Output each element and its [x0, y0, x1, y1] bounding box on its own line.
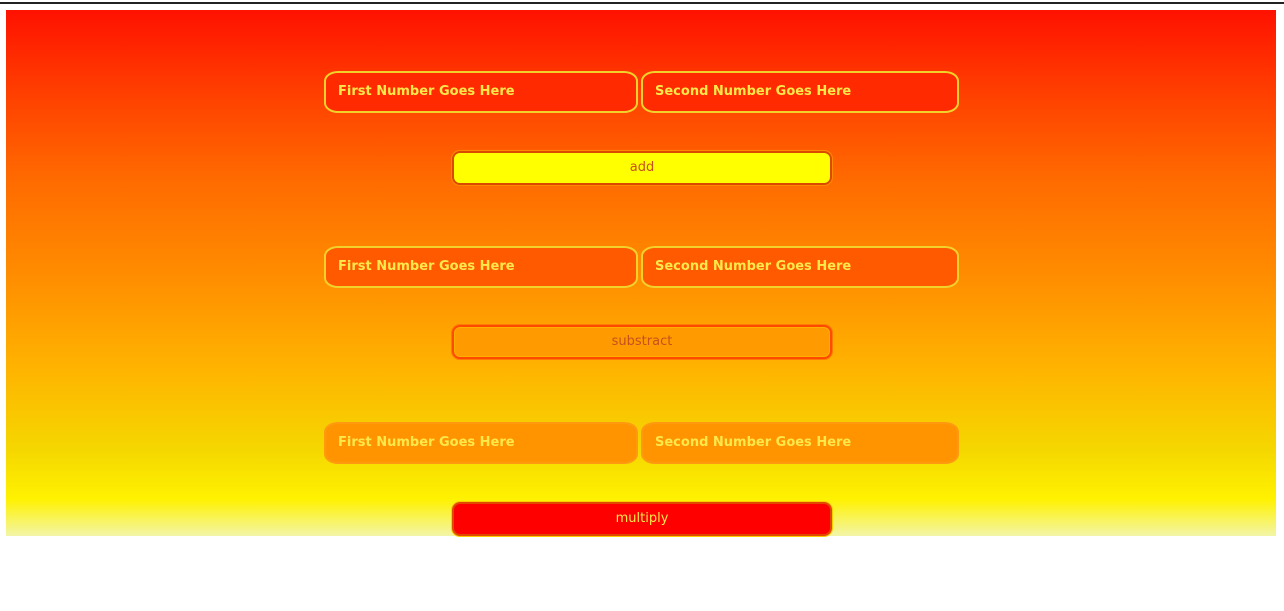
calculator-panel: First Number Goes Here Second Number Goe… — [6, 10, 1276, 536]
add-second-number-input[interactable]: Second Number Goes Here — [641, 71, 959, 113]
multiply-first-number-input[interactable]: First Number Goes Here — [324, 422, 638, 464]
subtract-first-number-input[interactable]: First Number Goes Here — [324, 246, 638, 288]
subtract-second-number-input[interactable]: Second Number Goes Here — [641, 246, 959, 288]
multiply-second-number-input[interactable]: Second Number Goes Here — [641, 422, 959, 464]
multiply-button[interactable]: multiply — [452, 502, 832, 536]
add-first-number-input[interactable]: First Number Goes Here — [324, 71, 638, 113]
subtract-button[interactable]: substract — [452, 325, 832, 359]
add-button[interactable]: add — [452, 151, 832, 185]
top-divider — [0, 2, 1284, 4]
